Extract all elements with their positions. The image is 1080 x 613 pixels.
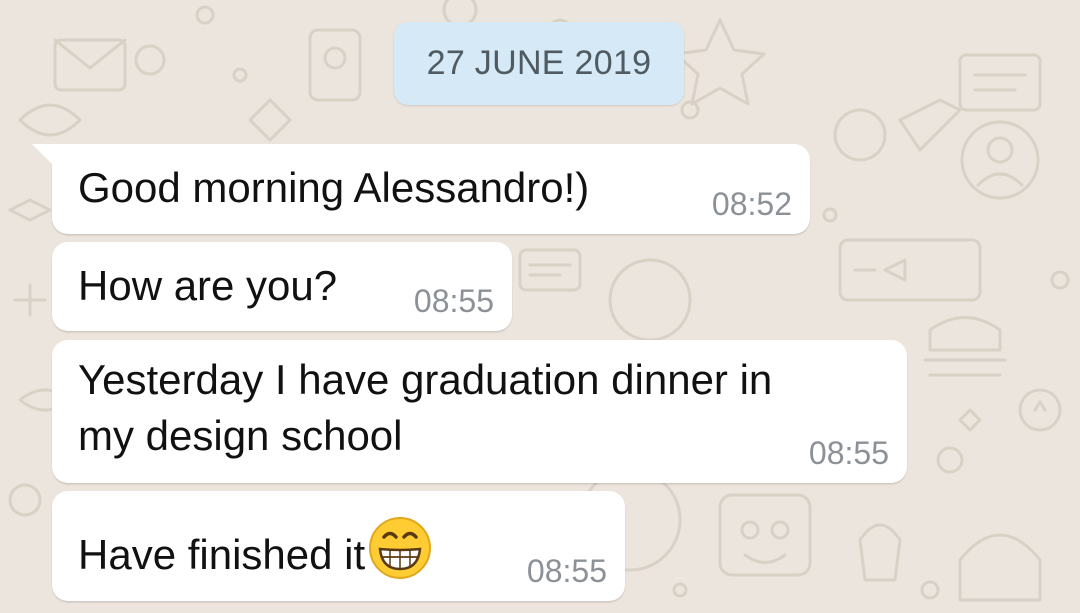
message-text: Good morning Alessandro!) [78, 164, 590, 211]
message-timestamp: 08:55 [526, 553, 607, 589]
message-timestamp: 08:55 [808, 435, 889, 471]
grinning-face-icon [369, 517, 432, 579]
message-text: Yesterday I have graduation dinner in my… [78, 356, 773, 459]
message-bubble-incoming[interactable]: Have finished it 08:55 [52, 491, 625, 601]
message-bubble-incoming[interactable]: Good morning Alessandro!) 08:52 [32, 144, 810, 234]
message-bubble-incoming[interactable]: Yesterday I have graduation dinner in my… [52, 340, 907, 483]
date-chip-label: 27 JUNE 2019 [426, 44, 652, 82]
bubble-tail [32, 144, 56, 168]
message-text-row: Have finished it [78, 515, 433, 583]
message-timestamp: 08:55 [413, 283, 494, 319]
message-text: How are you? [78, 262, 338, 309]
message-timestamp: 08:52 [711, 186, 792, 222]
message-bubble-incoming[interactable]: How are you? 08:55 [52, 242, 512, 331]
message-text: Have finished it [78, 531, 366, 578]
date-chip: 27 JUNE 2019 [394, 22, 684, 105]
